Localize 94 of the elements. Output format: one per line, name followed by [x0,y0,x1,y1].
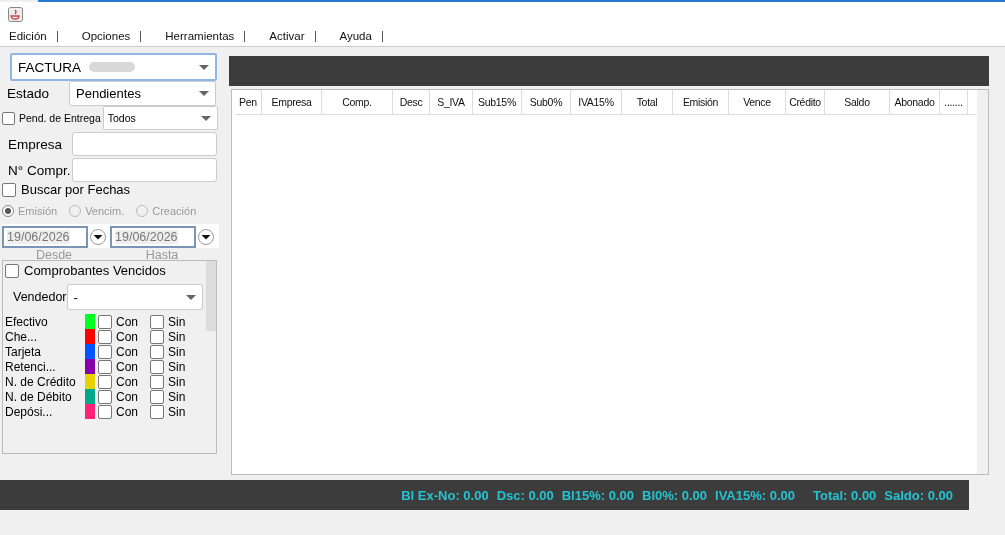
checkbox-label: Con [116,389,139,404]
checkbox[interactable] [150,404,164,419]
estado-dropdown[interactable]: Pendientes [69,81,216,106]
column-header[interactable]: Saldo [825,90,890,114]
app-icon[interactable] [8,6,23,22]
date-caption: Hasta [145,248,179,264]
total-text: Bl0%: 0.00 [642,487,708,503]
checkbox[interactable] [5,263,19,278]
dropdown-icon[interactable] [90,229,106,245]
entrega-dropdown[interactable]: Todos [102,106,218,130]
total-text: Bl Ex-No: 0.00 [401,487,489,503]
date-field[interactable]: 19/06/2026 [2,226,88,248]
checkbox-label: Con [116,314,139,329]
checkbox-label: Sin [168,344,187,359]
menu-item[interactable]: Edición [7,30,49,42]
checkbox[interactable] [2,111,15,125]
column-header[interactable]: Emisión [673,90,729,114]
checkbox-label: Con [116,329,139,344]
checkbox-label: Buscar por Fechas [21,182,131,197]
document-type-dropdown[interactable]: FACTURA [10,53,217,81]
payment-label: Depósi... [5,404,54,419]
column-header[interactable]: Abonado [890,90,940,114]
field-label: Empresa [7,136,64,152]
radio-circle[interactable] [69,205,82,217]
payment-label: Che... [5,329,38,344]
checkbox-label: Pend. de Entrega [19,112,101,124]
column-header[interactable]: Total [622,90,673,114]
column-header[interactable]: Sub0% [522,90,571,114]
checkbox[interactable] [150,314,164,329]
checkbox-label: Sin [168,374,187,389]
menu-item[interactable]: Opciones [79,30,133,42]
total-text: Dsc: 0.00 [496,487,554,503]
checkbox-label: Sin [168,314,187,329]
estado-label: Estado [6,86,51,101]
checkbox-label: Con [116,359,139,374]
column-header[interactable]: Crédito [786,90,825,114]
caret-icon [199,64,209,70]
checkbox[interactable] [98,329,112,344]
total-text: Saldo: 0.00 [884,487,953,503]
menu-item[interactable]: Ayuda [337,30,374,42]
checkbox-label: Sin [168,389,187,404]
scrollbar[interactable] [977,90,988,474]
checkbox[interactable] [98,389,112,404]
payment-label: N. de Débito [5,389,73,404]
payment-label: Efectivo [5,314,49,329]
checkbox-label: Sin [168,404,187,419]
column-header[interactable]: Empresa [262,90,322,114]
column-header[interactable]: Sub15% [473,90,522,114]
radio-circle[interactable] [2,205,14,217]
checkbox[interactable] [98,359,112,374]
field-label: N° Compr. [7,162,72,178]
payment-label: N. de Crédito [5,374,77,389]
total-text: Bl15%: 0.00 [561,487,634,503]
checkbox[interactable] [150,389,164,404]
checkbox[interactable] [150,359,164,374]
column-header[interactable]: Desc [393,90,430,114]
vendedor-label: Vendedor [13,290,67,304]
total-text: IVA15%: 0.00 [715,487,795,503]
scrollbar[interactable] [206,261,216,331]
date-field[interactable]: 19/06/2026 [110,226,196,248]
dropdown-icon[interactable] [198,229,214,245]
payment-label: Tarjeta [5,344,43,359]
checkbox-label: Con [116,404,139,419]
checkbox[interactable] [98,374,112,389]
column-header[interactable]: IVA15% [571,90,622,114]
vendedor-dropdown[interactable]: - [66,284,203,310]
checkbox-label: Con [116,374,139,389]
radio-circle[interactable] [136,205,149,217]
column-header[interactable]: Vence [729,90,786,114]
menu-item[interactable]: Herramientas [163,30,237,42]
input-field[interactable] [72,158,217,182]
checkbox[interactable] [98,314,112,329]
total-text: Total: 0.00 [813,487,877,503]
checkbox[interactable] [2,182,16,197]
checkbox-label: Comprobantes Vencidos [24,263,166,278]
payment-label: Retenci... [5,359,57,374]
checkbox[interactable] [98,344,112,359]
checkbox[interactable] [150,329,164,344]
menu-item[interactable]: Activar [267,30,307,42]
checkbox[interactable] [150,374,164,389]
date-caption: Desde [35,248,73,264]
checkbox[interactable] [98,404,112,419]
caret-icon [185,294,196,300]
caret-icon [199,91,209,96]
column-header[interactable]: Comp. [322,90,393,114]
checkbox[interactable] [150,344,164,359]
column-header[interactable]: ....... [940,90,968,114]
column-header[interactable]: Pen [235,90,262,114]
checkbox-label: Sin [168,329,187,344]
checkbox-label: Con [116,344,139,359]
caret-icon [200,115,211,121]
column-header[interactable]: S_IVA [430,90,473,114]
input-field[interactable] [72,132,217,156]
checkbox-label: Sin [168,359,187,374]
